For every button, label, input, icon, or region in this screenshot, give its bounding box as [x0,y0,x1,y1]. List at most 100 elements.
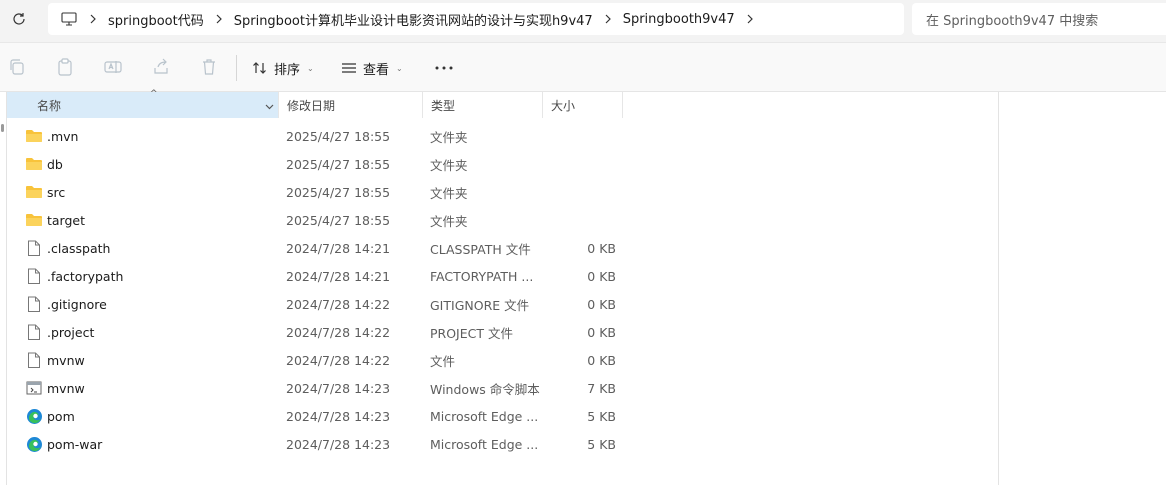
chevron-right-icon[interactable] [735,14,765,24]
file-size [543,122,616,150]
file-icon [25,295,43,313]
file-date: 2024/7/28 14:21 [286,240,391,256]
file-name-cell[interactable]: .mvn [25,122,275,150]
file-name-cell[interactable]: pom-war [25,430,275,458]
file-name-cell[interactable]: mvnw [25,374,275,402]
folder-icon [25,155,43,173]
rename-icon[interactable] [103,57,123,77]
sort-ascending-icon: ^ [150,89,158,99]
chevron-down-icon: ⌄ [307,63,314,73]
file-name: mvnw [47,380,85,396]
file-row[interactable]: mvnw 2024/7/28 14:22 文件 0 KB [7,346,1000,374]
paste-icon[interactable] [55,57,75,77]
file-date: 2024/7/28 14:22 [286,324,391,340]
file-name-cell[interactable]: src [25,178,275,206]
column-header-date[interactable]: 修改日期 [279,92,423,118]
breadcrumb-item[interactable]: springboot代码 [108,10,204,29]
file-row[interactable]: .project 2024/7/28 14:22 PROJECT 文件 0 KB [7,318,1000,346]
file-row[interactable]: .factorypath 2024/7/28 14:21 FACTORYPATH .… [7,262,1000,290]
chevron-down-icon[interactable] [265,100,274,114]
file-type: 文件 [430,353,456,369]
file-name-cell[interactable]: .gitignore [25,290,275,318]
column-header-name[interactable]: ^ 名称 [7,89,279,118]
search-input[interactable]: 在 Springbooth9v47 中搜索 [912,3,1166,35]
view-icon [342,63,356,73]
file-list-pane: ^ 名称 修改日期 类型 大小 .mvn 2025/4/27 18:55 文件夹 db… [1,89,1000,485]
chevron-right-icon[interactable] [78,14,108,24]
file-rows: .mvn 2025/4/27 18:55 文件夹 db 2025/4/27 18:55 文… [7,122,1000,458]
file-type: 文件夹 [430,185,468,201]
view-button[interactable]: 查看 ⌄ [341,55,403,81]
file-name-cell[interactable]: .factorypath [25,262,275,290]
file-type: FACTORYPATH ... [430,268,534,284]
file-row[interactable]: .gitignore 2024/7/28 14:22 GITIGNORE 文件 0 K… [7,290,1000,318]
file-size: 5 KB [587,408,616,424]
address-box[interactable]: springboot代码 Springboot计算机毕业设计电影资讯网站的设计与… [48,3,904,35]
sort-button[interactable]: 排序 ⌄ [252,55,314,81]
file-name-cell[interactable]: pom [25,402,275,430]
file-name-cell[interactable]: target [25,206,275,234]
file-row[interactable]: db 2025/4/27 18:55 文件夹 [7,150,1000,178]
file-date: 2024/7/28 14:23 [286,380,391,396]
toolbar-divider [236,55,237,81]
file-name-cell[interactable]: .classpath [25,234,275,262]
file-row[interactable]: mvnw 2024/7/28 14:23 Windows 命令脚本 7 KB [7,374,1000,402]
file-date: 2025/4/27 18:55 [286,184,391,200]
file-row[interactable]: pom-war 2024/7/28 14:23 Microsoft Edge ...… [7,430,1000,458]
sort-label: 排序 [274,62,301,78]
breadcrumb-item[interactable]: Springbooth9v47 [623,12,735,27]
file-row[interactable]: pom 2024/7/28 14:23 Microsoft Edge ... 5 KB [7,402,1000,430]
file-row[interactable]: target 2025/4/27 18:55 文件夹 [7,206,1000,234]
chevron-right-icon[interactable] [593,14,623,24]
file-name: .classpath [47,240,111,256]
column-header-row: ^ 名称 修改日期 类型 大小 [7,89,1000,118]
view-label: 查看 [363,62,390,78]
scrollbar-thumb[interactable] [1,124,4,132]
refresh-button[interactable] [8,8,30,30]
file-name: db [47,156,63,172]
file-icon [25,323,43,341]
file-name-cell[interactable]: mvnw [25,346,275,374]
more-options-button[interactable] [430,55,458,81]
file-name-cell[interactable]: .project [25,318,275,346]
file-size [543,178,616,206]
refresh-icon [13,13,25,25]
computer-icon [60,10,78,28]
file-type: 文件夹 [430,129,468,145]
file-type: GITIGNORE 文件 [430,297,530,313]
file-icon [25,239,43,257]
file-name: .mvn [47,128,79,144]
copy-icon[interactable] [7,57,27,77]
column-header-type[interactable]: 类型 [423,92,543,118]
breadcrumb-item[interactable]: Springboot计算机毕业设计电影资讯网站的设计与实现h9v47 [234,10,593,29]
column-header-name-label: 名称 [37,98,62,113]
delete-icon[interactable] [199,57,219,77]
file-date: 2024/7/28 14:22 [286,352,391,368]
column-header-type-label: 类型 [431,98,456,113]
file-size [543,206,616,234]
command-toolbar: 排序 ⌄ 查看 ⌄ [0,42,1166,92]
file-name: .factorypath [47,268,124,284]
chevron-down-icon: ⌄ [396,63,403,73]
file-size: 0 KB [587,296,616,312]
file-name: mvnw [47,352,85,368]
sort-icon [253,62,266,74]
file-type: PROJECT 文件 [430,325,513,341]
file-date: 2025/4/27 18:55 [286,128,391,144]
file-name: pom [47,408,75,424]
script-file-icon [25,379,43,397]
file-date: 2024/7/28 14:23 [286,436,391,452]
chevron-right-icon[interactable] [204,14,234,24]
file-type: Microsoft Edge ... [430,408,539,424]
column-header-date-label: 修改日期 [287,98,336,113]
file-row[interactable]: .mvn 2025/4/27 18:55 文件夹 [7,122,1000,150]
file-name: pom-war [47,436,103,452]
file-row[interactable]: .classpath 2024/7/28 14:21 CLASSPATH 文件 0 K… [7,234,1000,262]
share-icon[interactable] [151,57,171,77]
more-icon [435,66,453,70]
file-name-cell[interactable]: db [25,150,275,178]
file-row[interactable]: src 2025/4/27 18:55 文件夹 [7,178,1000,206]
column-header-size[interactable]: 大小 [543,92,623,118]
file-type: Microsoft Edge ... [430,436,539,452]
file-icon [25,351,43,369]
